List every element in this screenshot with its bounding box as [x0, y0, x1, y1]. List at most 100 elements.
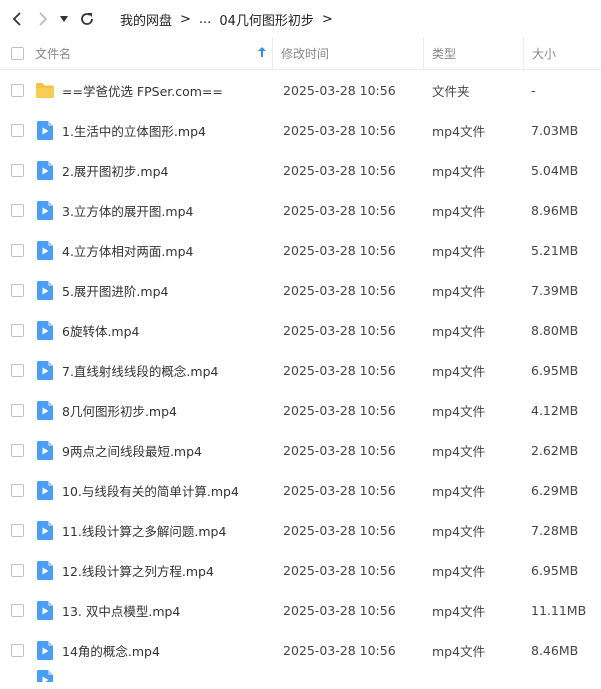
- history-dropdown-button[interactable]: [58, 8, 70, 30]
- forward-button[interactable]: [32, 8, 54, 30]
- row-checkbox[interactable]: [11, 163, 24, 177]
- row-check-cell: [0, 123, 35, 137]
- row-checkbox[interactable]: [11, 363, 24, 377]
- file-time-text: 2025-03-28 10:56: [283, 482, 396, 498]
- table-row[interactable]: 7.直线射线线段的概念.mp4 2025-03-28 10:56 mp4文件 6.95…: [0, 350, 601, 390]
- breadcrumb-ellipsis[interactable]: ...: [199, 12, 211, 27]
- row-checkbox[interactable]: [11, 603, 24, 617]
- table-row[interactable]: 13. 双中点模型.mp4 2025-03-28 10:56 mp4文件 11.11M…: [0, 590, 601, 630]
- file-name-cell[interactable]: 4.立方体相对两面.mp4: [35, 230, 272, 270]
- file-name-cell[interactable]: ==学爸优选 FPSer.com==: [35, 70, 272, 110]
- row-checkbox[interactable]: [11, 243, 24, 257]
- file-time: 2025-03-28 10:56: [272, 310, 423, 350]
- table-row-partial[interactable]: [0, 670, 601, 682]
- file-type: mp4文件: [423, 110, 523, 150]
- row-checkbox[interactable]: [11, 483, 24, 497]
- video-file-icon: [35, 200, 55, 220]
- row-check-cell: [0, 243, 35, 257]
- file-name-cell[interactable]: 11.线段计算之多解问题.mp4: [35, 510, 272, 550]
- row-check-cell: [0, 203, 35, 217]
- file-size: 6.95MB: [523, 550, 601, 590]
- row-checkbox[interactable]: [11, 523, 24, 537]
- select-all-checkbox[interactable]: [11, 47, 24, 60]
- table-row[interactable]: 1.生活中的立体图形.mp4 2025-03-28 10:56 mp4文件 7.03M…: [0, 110, 601, 150]
- back-button[interactable]: [6, 8, 28, 30]
- file-name-cell[interactable]: 12.线段计算之列方程.mp4: [35, 550, 272, 590]
- file-name-cell[interactable]: 8几何图形初步.mp4: [35, 390, 272, 430]
- file-size: 8.96MB: [523, 190, 601, 230]
- header-size[interactable]: 大小: [523, 38, 601, 69]
- table-row[interactable]: ==学爸优选 FPSer.com== 2025-03-28 10:56 文件夹 -: [0, 70, 601, 110]
- row-checkbox[interactable]: [11, 403, 24, 417]
- file-name-cell[interactable]: 14角的概念.mp4: [35, 630, 272, 670]
- header-type[interactable]: 类型: [423, 38, 523, 69]
- file-type: mp4文件: [423, 230, 523, 270]
- chevron-left-icon: [12, 12, 21, 26]
- row-checkbox[interactable]: [11, 283, 24, 297]
- table-row[interactable]: 4.立方体相对两面.mp4 2025-03-28 10:56 mp4文件 5.21MB: [0, 230, 601, 270]
- file-size: 5.04MB: [523, 150, 601, 190]
- table-row[interactable]: 5.展开图进阶.mp4 2025-03-28 10:56 mp4文件 7.39MB: [0, 270, 601, 310]
- file-type-text: mp4文件: [432, 163, 486, 179]
- file-name: 6旋转体.mp4: [62, 323, 140, 339]
- file-name-cell[interactable]: 6旋转体.mp4: [35, 310, 272, 350]
- refresh-button[interactable]: [76, 8, 98, 30]
- row-checkbox[interactable]: [11, 563, 24, 577]
- file-size-text: 5.04MB: [531, 162, 579, 178]
- chevron-right-icon: [39, 12, 48, 26]
- file-time-text: 2025-03-28 10:56: [283, 202, 396, 218]
- file-name: 7.直线射线线段的概念.mp4: [62, 363, 219, 379]
- file-time-text: 2025-03-28 10:56: [283, 82, 396, 98]
- row-checkbox[interactable]: [11, 443, 24, 457]
- table-row[interactable]: 8几何图形初步.mp4 2025-03-28 10:56 mp4文件 4.12MB: [0, 390, 601, 430]
- file-type: 文件夹: [423, 70, 523, 110]
- table-row[interactable]: 11.线段计算之多解问题.mp4 2025-03-28 10:56 mp4文件 7.2…: [0, 510, 601, 550]
- file-time: 2025-03-28 10:56: [272, 110, 423, 150]
- file-size-text: 7.39MB: [531, 282, 579, 298]
- row-checkbox[interactable]: [11, 203, 24, 217]
- file-name: 11.线段计算之多解问题.mp4: [62, 523, 227, 539]
- header-name[interactable]: 文件名: [35, 38, 272, 69]
- file-name-cell[interactable]: 3.立方体的展开图.mp4: [35, 190, 272, 230]
- file-size: 6.95MB: [523, 350, 601, 390]
- row-checkbox[interactable]: [11, 83, 24, 97]
- table-row[interactable]: 12.线段计算之列方程.mp4 2025-03-28 10:56 mp4文件 6.95…: [0, 550, 601, 590]
- file-name-cell[interactable]: [35, 670, 272, 682]
- file-time: 2025-03-28 10:56: [272, 270, 423, 310]
- file-type: mp4文件: [423, 310, 523, 350]
- file-time-text: 2025-03-28 10:56: [283, 242, 396, 258]
- video-file-icon: [35, 560, 55, 580]
- table-row[interactable]: 9两点之间线段最短.mp4 2025-03-28 10:56 mp4文件 2.62MB: [0, 430, 601, 470]
- file-name-cell[interactable]: 5.展开图进阶.mp4: [35, 270, 272, 310]
- row-checkbox[interactable]: [11, 123, 24, 137]
- file-time: 2025-03-28 10:56: [272, 430, 423, 470]
- file-name-cell[interactable]: 7.直线射线线段的概念.mp4: [35, 350, 272, 390]
- file-name: 4.立方体相对两面.mp4: [62, 243, 194, 259]
- table-row[interactable]: 10.与线段有关的简单计算.mp4 2025-03-28 10:56 mp4文件 6.…: [0, 470, 601, 510]
- breadcrumb-separator: >: [180, 11, 191, 27]
- row-checkbox[interactable]: [11, 323, 24, 337]
- breadcrumb-current[interactable]: 04几何图形初步: [219, 10, 314, 29]
- breadcrumb-root[interactable]: 我的网盘: [120, 10, 172, 29]
- table-row[interactable]: 14角的概念.mp4 2025-03-28 10:56 mp4文件 8.46MB: [0, 630, 601, 670]
- file-type: mp4文件: [423, 270, 523, 310]
- table-row[interactable]: 2.展开图初步.mp4 2025-03-28 10:56 mp4文件 5.04MB: [0, 150, 601, 190]
- file-name-cell[interactable]: 9两点之间线段最短.mp4: [35, 430, 272, 470]
- file-name-cell[interactable]: 10.与线段有关的简单计算.mp4: [35, 470, 272, 510]
- file-type: mp4文件: [423, 470, 523, 510]
- file-time: 2025-03-28 10:56: [272, 630, 423, 670]
- table-row[interactable]: 3.立方体的展开图.mp4 2025-03-28 10:56 mp4文件 8.96MB: [0, 190, 601, 230]
- header-time[interactable]: 修改时间: [272, 38, 423, 69]
- row-checkbox[interactable]: [11, 643, 24, 657]
- file-type: mp4文件: [423, 550, 523, 590]
- file-name-cell[interactable]: 2.展开图初步.mp4: [35, 150, 272, 190]
- breadcrumb-separator: >: [321, 11, 333, 27]
- file-name-cell[interactable]: 13. 双中点模型.mp4: [35, 590, 272, 630]
- file-name-cell[interactable]: 1.生活中的立体图形.mp4: [35, 110, 272, 150]
- table-row[interactable]: 6旋转体.mp4 2025-03-28 10:56 mp4文件 8.80MB: [0, 310, 601, 350]
- file-time-text: 2025-03-28 10:56: [283, 442, 396, 458]
- file-type-text: mp4文件: [432, 563, 486, 579]
- file-name: 9两点之间线段最短.mp4: [62, 443, 202, 459]
- file-size-text: -: [531, 82, 536, 98]
- row-check-cell: [0, 163, 35, 177]
